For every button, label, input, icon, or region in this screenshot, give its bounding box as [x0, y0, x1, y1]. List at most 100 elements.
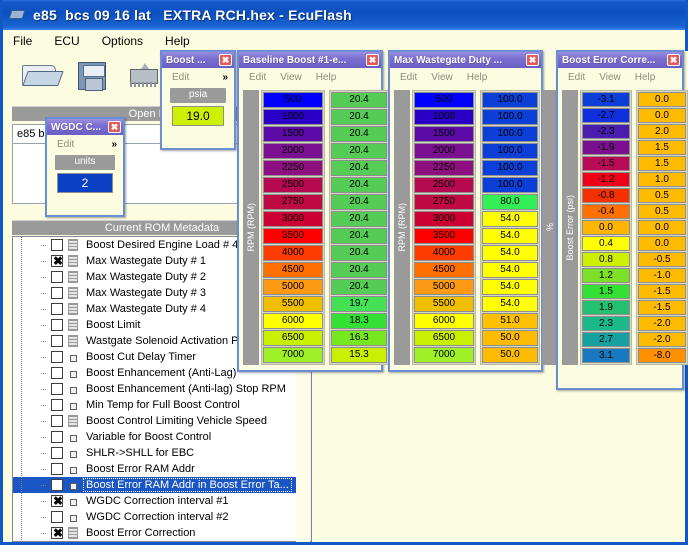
axis-cell[interactable]: 4500: [263, 262, 323, 278]
value-cell[interactable]: 0.0: [638, 108, 686, 123]
max-wastegate-duty-window[interactable]: Max Wastegate Duty ... ✖ Edit View Help …: [388, 50, 558, 372]
value-cell[interactable]: 100.0: [482, 177, 538, 193]
menu-item-help[interactable]: Help: [467, 72, 488, 83]
value-cell[interactable]: 54.0: [482, 296, 538, 312]
value-cell[interactable]: 80.0: [482, 194, 538, 210]
table-row[interactable]: WGDC Correction interval #1: [13, 493, 311, 509]
max-wastegate-duty-titlebar[interactable]: Max Wastegate Duty ... ✖: [390, 52, 541, 68]
value-cell[interactable]: -8.0: [638, 348, 686, 363]
menu-item-view[interactable]: View: [599, 72, 621, 83]
axis-cell[interactable]: 1000: [414, 109, 474, 125]
axis-cell[interactable]: 0.4: [582, 236, 630, 251]
value-cell[interactable]: 0.0: [638, 92, 686, 107]
axis-cell[interactable]: 1.2: [582, 268, 630, 283]
axis-cell[interactable]: 1.5: [582, 284, 630, 299]
axis-cell[interactable]: -1.5: [582, 156, 630, 171]
axis-cell[interactable]: 5000: [414, 279, 474, 295]
value-cell[interactable]: 54.0: [482, 262, 538, 278]
value-cell[interactable]: 1.0: [638, 172, 686, 187]
row-checkbox[interactable]: [51, 351, 63, 363]
axis-cell[interactable]: 6500: [263, 330, 323, 346]
axis-cell[interactable]: 2.3: [582, 316, 630, 331]
axis-cell[interactable]: -2.3: [582, 124, 630, 139]
axis-cell[interactable]: 5000: [263, 279, 323, 295]
axis-cell[interactable]: 3500: [263, 228, 323, 244]
axis-cell[interactable]: 3500: [414, 228, 474, 244]
value-cell[interactable]: 54.0: [482, 228, 538, 244]
axis-cell[interactable]: 2500: [263, 177, 323, 193]
close-icon[interactable]: ✖: [219, 54, 232, 66]
value-cell[interactable]: 100.0: [482, 160, 538, 176]
axis-cell[interactable]: 2750: [414, 194, 474, 210]
max-wastegate-value-column[interactable]: 100.0 100.0 100.0 100.0 100.0 100.0 80.0 54.0 54…: [480, 90, 540, 365]
value-cell[interactable]: 0.0: [638, 220, 686, 235]
axis-cell[interactable]: 6000: [263, 313, 323, 329]
boost-error-correction-window[interactable]: Boost Error Corre... ✖ Edit View Help Bo…: [556, 50, 688, 390]
value-cell[interactable]: -1.5: [638, 284, 686, 299]
axis-cell[interactable]: 4000: [263, 245, 323, 261]
baseline-boost-value-column[interactable]: 20.4 20.4 20.4 20.4 20.4 20.4 20.4 20.4 20.4 20.4…: [329, 90, 389, 365]
row-checkbox[interactable]: [51, 431, 63, 443]
row-checkbox[interactable]: [51, 526, 64, 540]
value-cell[interactable]: -0.5: [638, 252, 686, 267]
row-checkbox[interactable]: [51, 239, 63, 251]
axis-cell[interactable]: 4500: [414, 262, 474, 278]
row-checkbox[interactable]: [51, 303, 63, 315]
axis-cell[interactable]: -1.2: [582, 172, 630, 187]
axis-cell[interactable]: 2000: [414, 143, 474, 159]
axis-cell[interactable]: -1.9: [582, 140, 630, 155]
row-checkbox[interactable]: [51, 335, 63, 347]
value-cell[interactable]: 19.7: [331, 296, 387, 312]
table-row[interactable]: Boost Error Correction: [13, 525, 311, 541]
value-cell[interactable]: 100.0: [482, 92, 538, 108]
axis-cell[interactable]: 7000: [414, 347, 474, 363]
axis-cell[interactable]: 4000: [414, 245, 474, 261]
value-cell[interactable]: 20.4: [331, 126, 387, 142]
table-row[interactable]: SHLR->SHLL for EBC: [13, 445, 311, 461]
axis-cell[interactable]: -0.8: [582, 188, 630, 203]
value-cell[interactable]: 50.0: [482, 347, 538, 363]
value-cell[interactable]: 54.0: [482, 211, 538, 227]
value-cell[interactable]: 20.4: [331, 228, 387, 244]
table-row[interactable]: Boost Adder: [13, 541, 311, 542]
axis-cell[interactable]: 1000: [263, 109, 323, 125]
axis-cell[interactable]: 7000: [263, 347, 323, 363]
axis-cell[interactable]: 2250: [263, 160, 323, 176]
menu-item-ecu[interactable]: ECU: [54, 34, 79, 48]
value-cell[interactable]: 0.0: [638, 236, 686, 251]
axis-cell[interactable]: 5500: [263, 296, 323, 312]
axis-cell[interactable]: 2500: [414, 177, 474, 193]
table-row[interactable]: Min Temp for Full Boost Control: [13, 397, 311, 413]
row-checkbox[interactable]: [51, 383, 63, 395]
table-row[interactable]: Boost Error RAM Addr: [13, 461, 311, 477]
value-cell[interactable]: 100.0: [482, 143, 538, 159]
open-rom-button[interactable]: [18, 54, 70, 94]
axis-cell[interactable]: 500: [414, 92, 474, 108]
menu-item-options[interactable]: Options: [102, 34, 143, 48]
menu-item-help[interactable]: Help: [316, 72, 337, 83]
axis-cell[interactable]: 2250: [414, 160, 474, 176]
row-checkbox[interactable]: [51, 415, 63, 427]
value-cell[interactable]: 100.0: [482, 109, 538, 125]
value-cell[interactable]: 0.5: [638, 204, 686, 219]
boost-error-axis-column[interactable]: -3.1 -2.7 -2.3 -1.9 -1.5 -1.2 -0.8 -0.4 0.0 0.4 0.…: [580, 90, 632, 365]
value-cell[interactable]: 0.5: [638, 188, 686, 203]
boost-error-value-column[interactable]: 0.0 0.0 2.0 1.5 1.5 1.0 0.5 0.5 0.0 0.0 -0.5 -1.0 -1…: [636, 90, 688, 365]
save-rom-button[interactable]: [70, 54, 122, 94]
axis-cell[interactable]: -0.4: [582, 204, 630, 219]
close-icon[interactable]: ✖: [667, 54, 680, 66]
close-icon[interactable]: ✖: [526, 54, 539, 66]
close-icon[interactable]: ✖: [108, 121, 121, 133]
value-cell[interactable]: -1.5: [638, 300, 686, 315]
table-row[interactable]: Boost Control Limiting Vehicle Speed: [13, 413, 311, 429]
value-cell[interactable]: 2.0: [638, 124, 686, 139]
value-cell[interactable]: 20.4: [331, 279, 387, 295]
row-checkbox[interactable]: [51, 511, 63, 523]
boost-window[interactable]: Boost ... ✖ Edit » psia 19.0: [160, 50, 236, 150]
value-cell[interactable]: 20.4: [331, 194, 387, 210]
menu-item-view[interactable]: View: [280, 72, 302, 83]
row-checkbox[interactable]: [51, 479, 63, 491]
axis-cell[interactable]: -3.1: [582, 92, 630, 107]
axis-cell[interactable]: 6500: [414, 330, 474, 346]
axis-cell[interactable]: 1500: [414, 126, 474, 142]
